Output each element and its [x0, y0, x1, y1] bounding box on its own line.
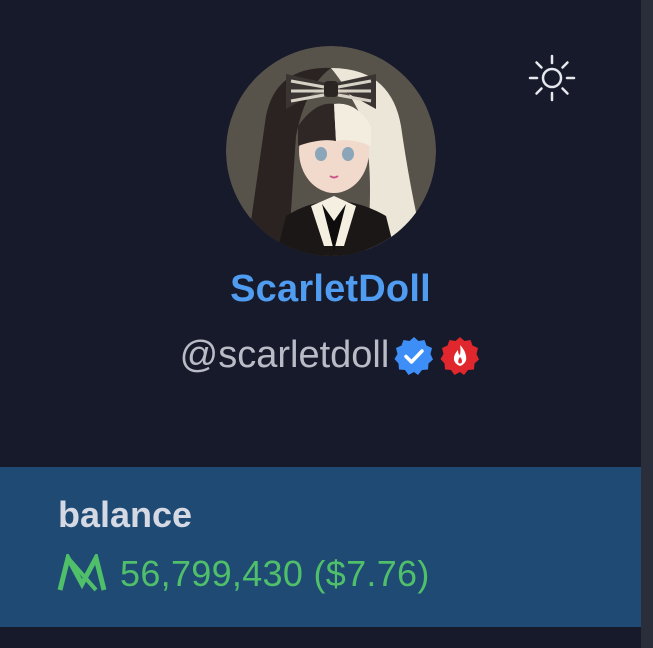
- verified-badge-icon: [393, 335, 435, 377]
- fire-badge-icon: [439, 335, 481, 377]
- balance-card[interactable]: [0, 467, 641, 627]
- m-token-icon: [57, 554, 107, 592]
- sun-icon: [528, 54, 576, 102]
- theme-toggle-button[interactable]: [524, 50, 580, 106]
- display-name: ScarletDoll: [230, 268, 431, 310]
- balance-amount: 56,799,430 ($7.76): [120, 553, 430, 594]
- avatar[interactable]: [226, 46, 436, 256]
- balance-label: balance: [58, 494, 193, 535]
- side-divider: [641, 0, 653, 648]
- anime-girl-avatar: [226, 46, 436, 256]
- handle-row: @scarletdoll: [0, 334, 653, 377]
- username-handle: @scarletdoll: [179, 334, 390, 376]
- balance-row: 56,799,430 ($7.76): [56, 553, 430, 595]
